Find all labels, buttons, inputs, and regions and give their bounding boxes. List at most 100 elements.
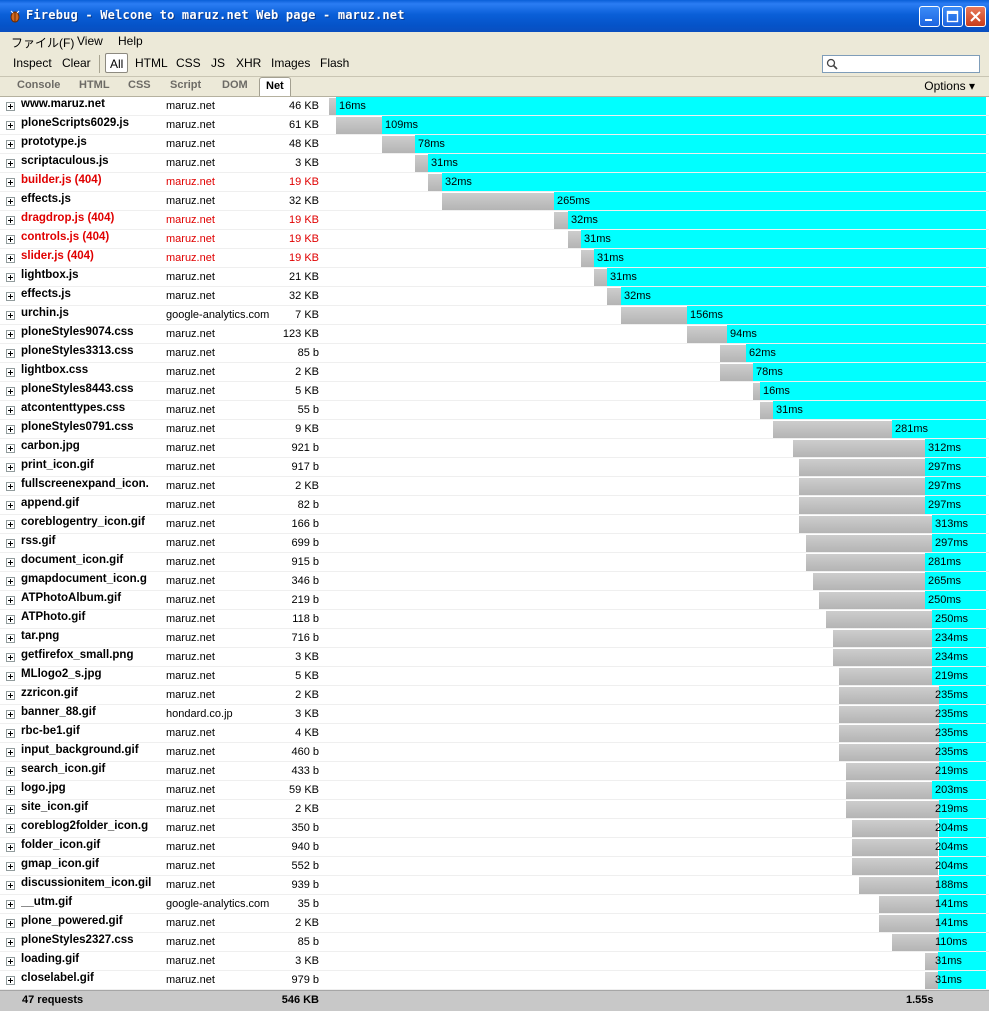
- request-name[interactable]: tar.png: [21, 630, 159, 642]
- expand-toggle[interactable]: [6, 197, 15, 206]
- tab-script[interactable]: Script: [170, 79, 201, 91]
- request-name[interactable]: www.maruz.net: [21, 98, 159, 110]
- table-row[interactable]: ploneStyles8443.css maruz.net 5 KB 16ms: [0, 382, 989, 401]
- table-row[interactable]: coreblogentry_icon.gif maruz.net 166 b 313m…: [0, 515, 989, 534]
- request-name[interactable]: rss.gif: [21, 535, 159, 547]
- expand-toggle[interactable]: [6, 444, 15, 453]
- expand-toggle[interactable]: [6, 691, 15, 700]
- table-row[interactable]: ploneStyles9074.css maruz.net 123 KB 94ms: [0, 325, 989, 344]
- filter-all-button[interactable]: All: [105, 53, 129, 73]
- table-row[interactable]: dragdrop.js (404) maruz.net 19 KB 32ms: [0, 211, 989, 230]
- expand-toggle[interactable]: [6, 311, 15, 320]
- expand-toggle[interactable]: [6, 121, 15, 130]
- table-row[interactable]: lightbox.js maruz.net 21 KB 31ms: [0, 268, 989, 287]
- table-row[interactable]: ploneStyles3313.css maruz.net 85 b 62ms: [0, 344, 989, 363]
- tab-console[interactable]: Console: [17, 79, 60, 91]
- table-row[interactable]: rbc-be1.gif maruz.net 4 KB 235ms: [0, 724, 989, 743]
- request-name[interactable]: coreblog2folder_icon.g: [21, 820, 159, 832]
- expand-toggle[interactable]: [6, 406, 15, 415]
- table-row[interactable]: logo.jpg maruz.net 59 KB 203ms: [0, 781, 989, 800]
- request-name[interactable]: ATPhoto.gif: [21, 611, 159, 623]
- inspect-button[interactable]: Inspect: [13, 56, 52, 70]
- filter-js-button[interactable]: JS: [211, 56, 225, 70]
- request-name[interactable]: effects.js: [21, 193, 159, 205]
- request-name[interactable]: MLlogo2_s.jpg: [21, 668, 159, 680]
- request-name[interactable]: controls.js (404): [21, 231, 159, 243]
- request-name[interactable]: getfirefox_small.png: [21, 649, 159, 661]
- table-row[interactable]: lightbox.css maruz.net 2 KB 78ms: [0, 363, 989, 382]
- request-name[interactable]: dragdrop.js (404): [21, 212, 159, 224]
- request-name[interactable]: builder.js (404): [21, 174, 159, 186]
- expand-toggle[interactable]: [6, 520, 15, 529]
- tab-dom[interactable]: DOM: [222, 79, 248, 91]
- request-name[interactable]: gmap_icon.gif: [21, 858, 159, 870]
- request-name[interactable]: urchin.js: [21, 307, 159, 319]
- expand-toggle[interactable]: [6, 824, 15, 833]
- table-row[interactable]: __utm.gif google-analytics.com 35 b 141ms: [0, 895, 989, 914]
- search-input[interactable]: [841, 57, 976, 71]
- table-row[interactable]: fullscreenexpand_icon. maruz.net 2 KB 297ms: [0, 477, 989, 496]
- filter-css-button[interactable]: CSS: [176, 56, 201, 70]
- table-row[interactable]: zzricon.gif maruz.net 2 KB 235ms: [0, 686, 989, 705]
- request-name[interactable]: gmapdocument_icon.g: [21, 573, 159, 585]
- request-name[interactable]: closelabel.gif: [21, 972, 159, 984]
- request-name[interactable]: append.gif: [21, 497, 159, 509]
- table-row[interactable]: closelabel.gif maruz.net 979 b 31ms: [0, 971, 989, 990]
- table-row[interactable]: coreblog2folder_icon.g maruz.net 350 b 204m…: [0, 819, 989, 838]
- tab-css[interactable]: CSS: [128, 79, 151, 91]
- table-row[interactable]: input_background.gif maruz.net 460 b 235ms: [0, 743, 989, 762]
- expand-toggle[interactable]: [6, 729, 15, 738]
- expand-toggle[interactable]: [6, 748, 15, 757]
- request-name[interactable]: __utm.gif: [21, 896, 159, 908]
- table-row[interactable]: prototype.js maruz.net 48 KB 78ms: [0, 135, 989, 154]
- request-name[interactable]: lightbox.css: [21, 364, 159, 376]
- table-row[interactable]: discussionitem_icon.gil maruz.net 939 b 188…: [0, 876, 989, 895]
- search-box[interactable]: [822, 55, 980, 73]
- request-name[interactable]: slider.js (404): [21, 250, 159, 262]
- expand-toggle[interactable]: [6, 900, 15, 909]
- expand-toggle[interactable]: [6, 368, 15, 377]
- expand-toggle[interactable]: [6, 463, 15, 472]
- request-name[interactable]: banner_88.gif: [21, 706, 159, 718]
- expand-toggle[interactable]: [6, 634, 15, 643]
- expand-toggle[interactable]: [6, 216, 15, 225]
- expand-toggle[interactable]: [6, 349, 15, 358]
- expand-toggle[interactable]: [6, 767, 15, 776]
- request-name[interactable]: fullscreenexpand_icon.: [21, 478, 159, 490]
- filter-html-button[interactable]: HTML: [135, 56, 168, 70]
- request-name[interactable]: scriptaculous.js: [21, 155, 159, 167]
- menu-help[interactable]: Help: [118, 34, 143, 48]
- expand-toggle[interactable]: [6, 330, 15, 339]
- request-name[interactable]: lightbox.js: [21, 269, 159, 281]
- expand-toggle[interactable]: [6, 558, 15, 567]
- table-row[interactable]: slider.js (404) maruz.net 19 KB 31ms: [0, 249, 989, 268]
- table-row[interactable]: gmapdocument_icon.g maruz.net 346 b 265ms: [0, 572, 989, 591]
- expand-toggle[interactable]: [6, 292, 15, 301]
- expand-toggle[interactable]: [6, 976, 15, 985]
- request-name[interactable]: atcontenttypes.css: [21, 402, 159, 414]
- table-row[interactable]: builder.js (404) maruz.net 19 KB 32ms: [0, 173, 989, 192]
- request-name[interactable]: effects.js: [21, 288, 159, 300]
- request-name[interactable]: folder_icon.gif: [21, 839, 159, 851]
- table-row[interactable]: search_icon.gif maruz.net 433 b 219ms: [0, 762, 989, 781]
- expand-toggle[interactable]: [6, 710, 15, 719]
- expand-toggle[interactable]: [6, 596, 15, 605]
- expand-toggle[interactable]: [6, 178, 15, 187]
- filter-flash-button[interactable]: Flash: [320, 56, 349, 70]
- request-name[interactable]: prototype.js: [21, 136, 159, 148]
- expand-toggle[interactable]: [6, 387, 15, 396]
- table-row[interactable]: MLlogo2_s.jpg maruz.net 5 KB 219ms: [0, 667, 989, 686]
- request-name[interactable]: ploneStyles2327.css: [21, 934, 159, 946]
- request-name[interactable]: plone_powered.gif: [21, 915, 159, 927]
- request-name[interactable]: rbc-be1.gif: [21, 725, 159, 737]
- table-row[interactable]: urchin.js google-analytics.com 7 KB 156ms: [0, 306, 989, 325]
- table-row[interactable]: plone_powered.gif maruz.net 2 KB 141ms: [0, 914, 989, 933]
- filter-images-button[interactable]: Images: [271, 56, 310, 70]
- request-name[interactable]: search_icon.gif: [21, 763, 159, 775]
- expand-toggle[interactable]: [6, 615, 15, 624]
- table-row[interactable]: controls.js (404) maruz.net 19 KB 31ms: [0, 230, 989, 249]
- expand-toggle[interactable]: [6, 862, 15, 871]
- table-row[interactable]: gmap_icon.gif maruz.net 552 b 204ms: [0, 857, 989, 876]
- minimize-button[interactable]: [919, 6, 940, 27]
- table-row[interactable]: loading.gif maruz.net 3 KB 31ms: [0, 952, 989, 971]
